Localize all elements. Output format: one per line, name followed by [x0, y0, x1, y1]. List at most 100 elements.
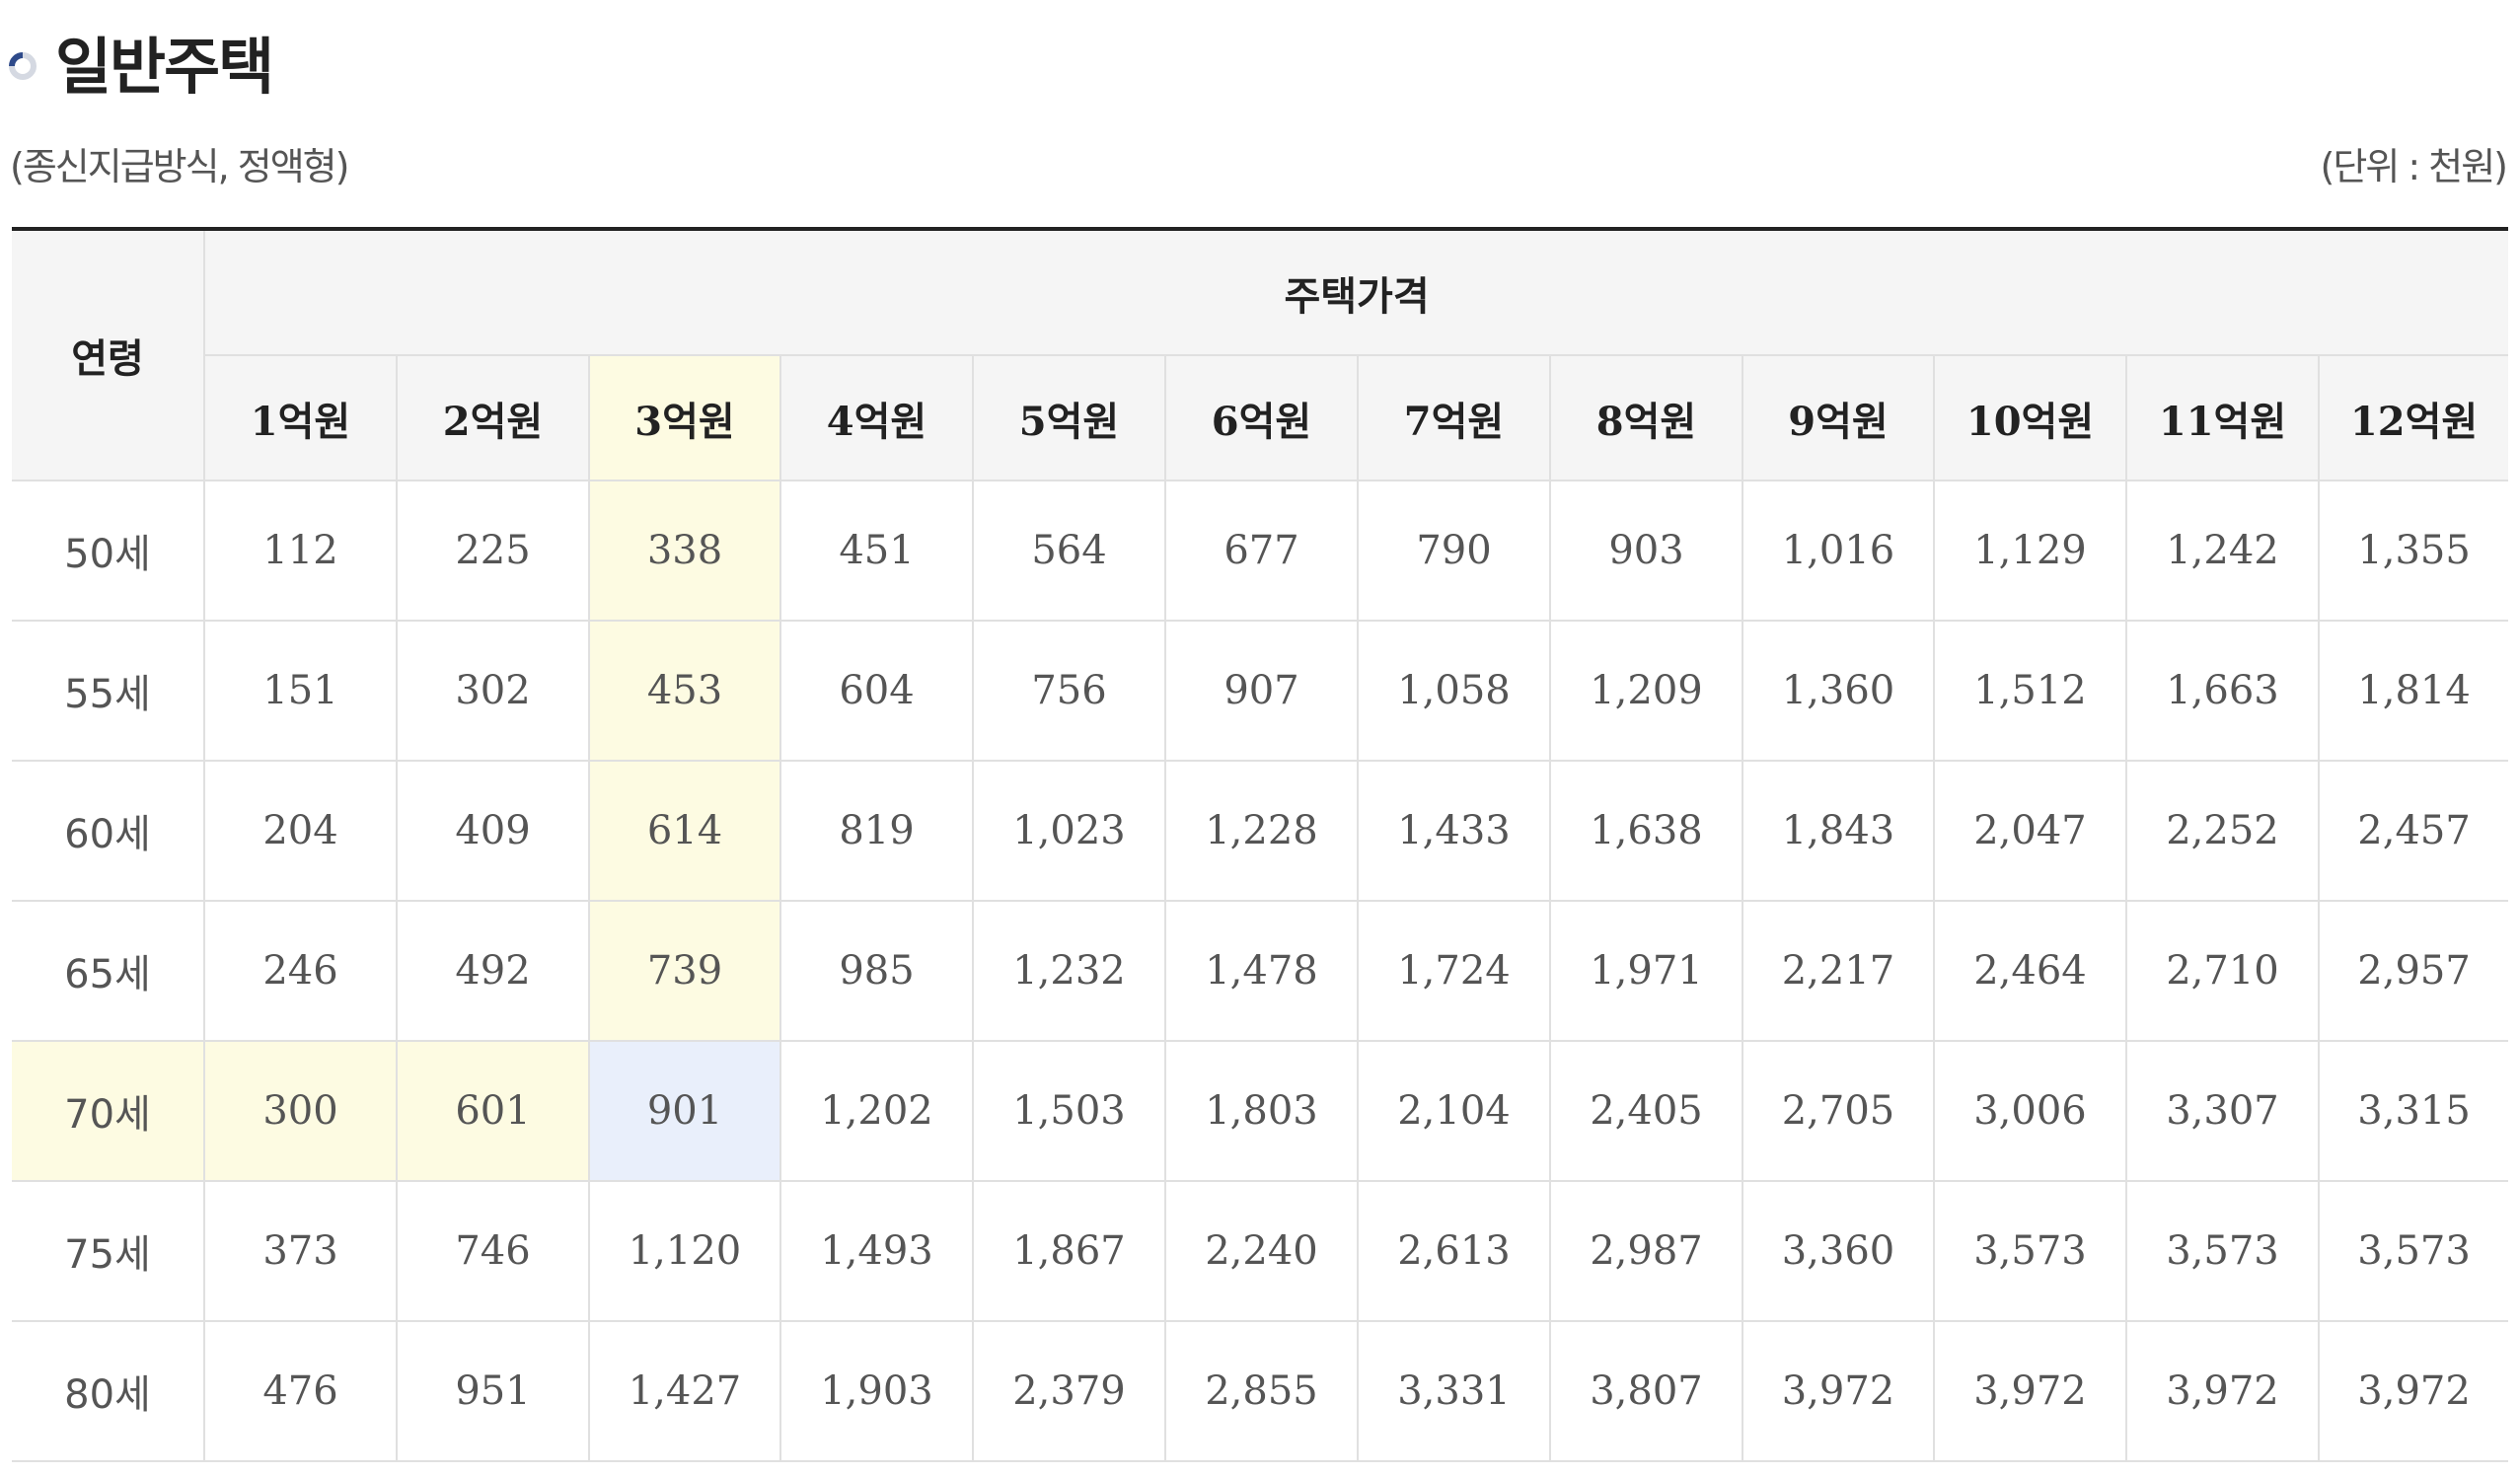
- value-cell: 1,427: [588, 1320, 781, 1462]
- value-cell: 3,972: [2317, 1320, 2509, 1462]
- value-cell: 1,209: [1549, 620, 1743, 762]
- age-cell: 55세: [12, 620, 205, 762]
- page-title: 일반주택: [55, 31, 274, 103]
- table-row: 70세 300 601 901 1,202 1,503 1,803 2,104 2,405 2,7…: [12, 1040, 2509, 1182]
- value-cell: 492: [396, 900, 590, 1042]
- price-column-header: 9억원: [1742, 354, 1935, 481]
- age-cell: 80세: [12, 1320, 205, 1462]
- value-cell: 903: [1549, 480, 1743, 622]
- price-column-header: 1억원: [204, 354, 398, 481]
- value-cell: 2,613: [1357, 1180, 1551, 1322]
- price-column-header: 5억원: [972, 354, 1166, 481]
- value-cell: 373: [203, 1180, 398, 1322]
- table-row: 50세 112 225 338 451 564 677 790 903 1,016 1,129 1,2…: [12, 480, 2509, 622]
- value-cell: 1,016: [1742, 480, 1935, 622]
- value-cell: 300: [203, 1040, 398, 1182]
- value-cell: 1,433: [1357, 760, 1551, 902]
- age-cell: 75세: [12, 1180, 205, 1322]
- value-cell: 3,307: [2125, 1040, 2320, 1182]
- value-cell: 1,814: [2317, 620, 2509, 762]
- value-cell: 746: [396, 1180, 590, 1322]
- price-column-header: 4억원: [779, 354, 974, 481]
- value-cell: 3,807: [1549, 1320, 1743, 1462]
- price-column-header: 8억원: [1549, 354, 1743, 481]
- value-cell: 1,638: [1549, 760, 1743, 902]
- value-cell: 2,987: [1549, 1180, 1743, 1322]
- value-cell: 1,120: [588, 1180, 781, 1322]
- value-cell: 1,503: [972, 1040, 1166, 1182]
- value-cell: 302: [396, 620, 590, 762]
- value-cell: 2,104: [1357, 1040, 1551, 1182]
- value-cell: 2,240: [1164, 1180, 1359, 1322]
- table-row: 65세 246 492 739 985 1,232 1,478 1,724 1,971 2,217…: [12, 900, 2509, 1042]
- value-cell: 409: [396, 760, 590, 902]
- value-cell: 112: [203, 480, 398, 622]
- value-cell: 985: [779, 900, 974, 1042]
- value-cell: 2,855: [1164, 1320, 1359, 1462]
- value-cell: 2,217: [1742, 900, 1935, 1042]
- value-cell: 1,355: [2317, 480, 2509, 622]
- value-cell: 2,252: [2125, 760, 2320, 902]
- value-cell: 1,843: [1742, 760, 1935, 902]
- value-cell: 1,512: [1933, 620, 2127, 762]
- bullet-circle-icon: [9, 52, 37, 80]
- value-cell: 453: [588, 620, 781, 762]
- value-cell: 951: [396, 1320, 590, 1462]
- value-cell: 907: [1164, 620, 1359, 762]
- value-cell: 1,023: [972, 760, 1166, 902]
- value-cell: 819: [779, 760, 974, 902]
- value-cell: 1,493: [779, 1180, 974, 1322]
- value-cell: 1,971: [1549, 900, 1743, 1042]
- price-column-header: 2억원: [396, 354, 590, 481]
- age-cell: 50세: [12, 480, 205, 622]
- value-cell: 338: [588, 480, 781, 622]
- unit-note: (단위 : 천원): [2320, 145, 2508, 188]
- table-body: 50세 112 225 338 451 564 677 790 903 1,016 1,129 1,2…: [12, 480, 2509, 1462]
- value-cell: 2,957: [2317, 900, 2509, 1042]
- house-price-header: 주택가격: [202, 227, 2509, 356]
- value-cell: 451: [779, 480, 974, 622]
- value-cell: 476: [203, 1320, 398, 1462]
- value-cell: 3,573: [2317, 1180, 2509, 1322]
- value-cell: 3,331: [1357, 1320, 1551, 1462]
- value-cell: 2,457: [2317, 760, 2509, 902]
- value-cell: 1,242: [2125, 480, 2320, 622]
- value-cell: 790: [1357, 480, 1551, 622]
- value-cell: 604: [779, 620, 974, 762]
- value-cell: 1,058: [1357, 620, 1551, 762]
- value-cell: 2,710: [2125, 900, 2320, 1042]
- value-cell: 564: [972, 480, 1166, 622]
- value-cell: 614: [588, 760, 781, 902]
- value-cell: 1,360: [1742, 620, 1935, 762]
- value-cell: 1,478: [1164, 900, 1359, 1042]
- age-cell: 65세: [12, 900, 205, 1042]
- value-cell: 1,228: [1164, 760, 1359, 902]
- price-column-header: 10억원: [1933, 354, 2127, 481]
- payment-method-note: (종신지급방식, 정액형): [10, 145, 349, 188]
- table-row: 80세 476 951 1,427 1,903 2,379 2,855 3,331 3,807 3…: [12, 1320, 2509, 1462]
- price-column-header: 6억원: [1164, 354, 1359, 481]
- value-cell: 2,464: [1933, 900, 2127, 1042]
- value-cell: 1,724: [1357, 900, 1551, 1042]
- value-cell: 1,803: [1164, 1040, 1359, 1182]
- value-cell: 1,903: [779, 1320, 974, 1462]
- value-cell: 756: [972, 620, 1166, 762]
- value-cell: 601: [396, 1040, 590, 1182]
- table-row: 75세 373 746 1,120 1,493 1,867 2,240 2,613 2,987 3…: [12, 1180, 2509, 1322]
- value-cell: 2,705: [1742, 1040, 1935, 1182]
- value-cell: 901: [588, 1040, 781, 1182]
- value-cell: 2,379: [972, 1320, 1166, 1462]
- price-column-header: 12억원: [2317, 354, 2509, 481]
- value-cell: 1,129: [1933, 480, 2127, 622]
- value-cell: 204: [203, 760, 398, 902]
- value-cell: 1,867: [972, 1180, 1166, 1322]
- value-cell: 3,972: [1933, 1320, 2127, 1462]
- value-cell: 3,573: [2125, 1180, 2320, 1322]
- value-cell: 3,315: [2317, 1040, 2509, 1182]
- value-cell: 1,202: [779, 1040, 974, 1182]
- header-row-group: 연령 주택가격: [12, 227, 2509, 481]
- value-cell: 151: [203, 620, 398, 762]
- value-cell: 2,047: [1933, 760, 2127, 902]
- pension-rate-table: 연령 주택가격 1억원 2억원 3억원 4억원 5억원 6억원 7억원 8억원 9억원 10억원 1…: [12, 227, 2509, 1462]
- section-header: 일반주택: [8, 22, 274, 103]
